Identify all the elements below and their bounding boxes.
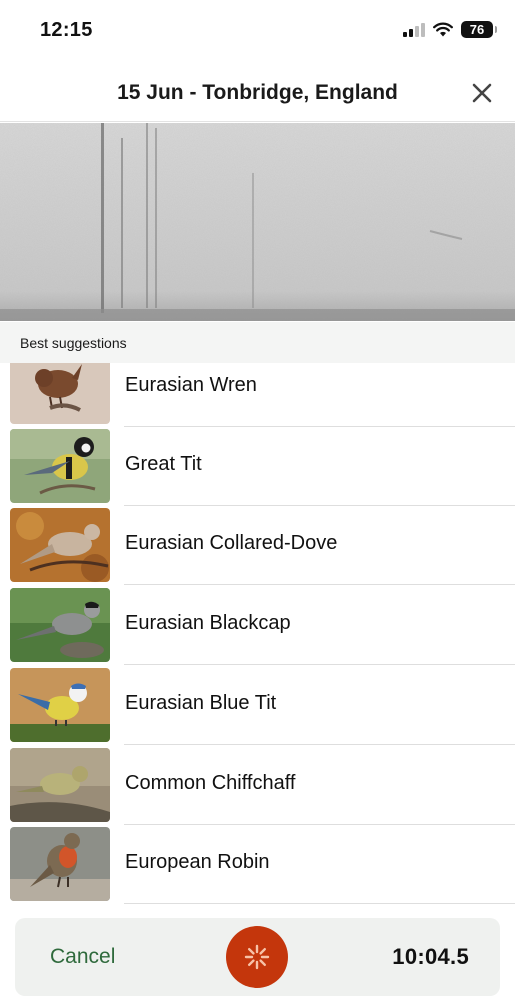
species-name: Eurasian Collared-Dove bbox=[125, 532, 338, 554]
loading-spinner-icon bbox=[244, 944, 270, 970]
robin-photo bbox=[10, 827, 110, 901]
collared-dove-photo bbox=[10, 508, 110, 582]
battery-icon: 76 bbox=[461, 21, 497, 38]
list-item[interactable]: Common Chiffchaff bbox=[0, 745, 515, 825]
spectrogram[interactable] bbox=[0, 123, 515, 321]
chiffchaff-photo bbox=[10, 748, 110, 822]
wifi-icon bbox=[433, 22, 453, 37]
status-bar: 12:15 76 bbox=[0, 0, 515, 62]
record-button[interactable] bbox=[226, 926, 288, 988]
species-list: Eurasian Wren Great Tit Eurasian Collare… bbox=[0, 363, 515, 904]
species-name: Common Chiffchaff bbox=[125, 772, 296, 794]
divider bbox=[124, 903, 515, 904]
species-name: European Robin bbox=[125, 851, 270, 873]
recording-timer: 10:04.5 bbox=[392, 944, 469, 969]
great-tit-photo bbox=[10, 429, 110, 503]
cancel-button[interactable]: Cancel bbox=[50, 945, 115, 969]
list-item[interactable]: Eurasian Collared-Dove bbox=[0, 505, 515, 585]
species-name: Great Tit bbox=[125, 453, 202, 475]
species-name: Eurasian Blue Tit bbox=[125, 692, 277, 714]
header: 15 Jun - Tonbridge, England bbox=[0, 62, 515, 122]
species-name: Eurasian Wren bbox=[125, 374, 257, 396]
page-title: 15 Jun - Tonbridge, England bbox=[117, 81, 398, 104]
list-item[interactable]: Great Tit bbox=[0, 426, 515, 506]
recording-bar: Cancel 10:04.5 bbox=[15, 918, 500, 996]
list-item[interactable]: Eurasian Wren bbox=[0, 363, 515, 427]
cellular-signal-icon bbox=[403, 22, 425, 37]
close-icon bbox=[472, 83, 492, 103]
blue-tit-photo bbox=[10, 668, 110, 742]
species-name: Eurasian Blackcap bbox=[125, 612, 291, 634]
blackcap-photo bbox=[10, 588, 110, 662]
eurasian-wren-photo bbox=[10, 363, 110, 424]
spectrogram-image bbox=[0, 123, 515, 321]
battery-level: 76 bbox=[469, 22, 485, 37]
section-label: Best suggestions bbox=[20, 335, 127, 351]
list-item[interactable]: Eurasian Blue Tit bbox=[0, 665, 515, 745]
status-time: 12:15 bbox=[40, 19, 93, 41]
close-button[interactable] bbox=[469, 80, 495, 106]
list-item[interactable]: European Robin bbox=[0, 824, 515, 904]
section-header: Best suggestions bbox=[0, 322, 515, 363]
status-icons: 76 bbox=[403, 21, 497, 38]
list-item[interactable]: Eurasian Blackcap bbox=[0, 585, 515, 665]
